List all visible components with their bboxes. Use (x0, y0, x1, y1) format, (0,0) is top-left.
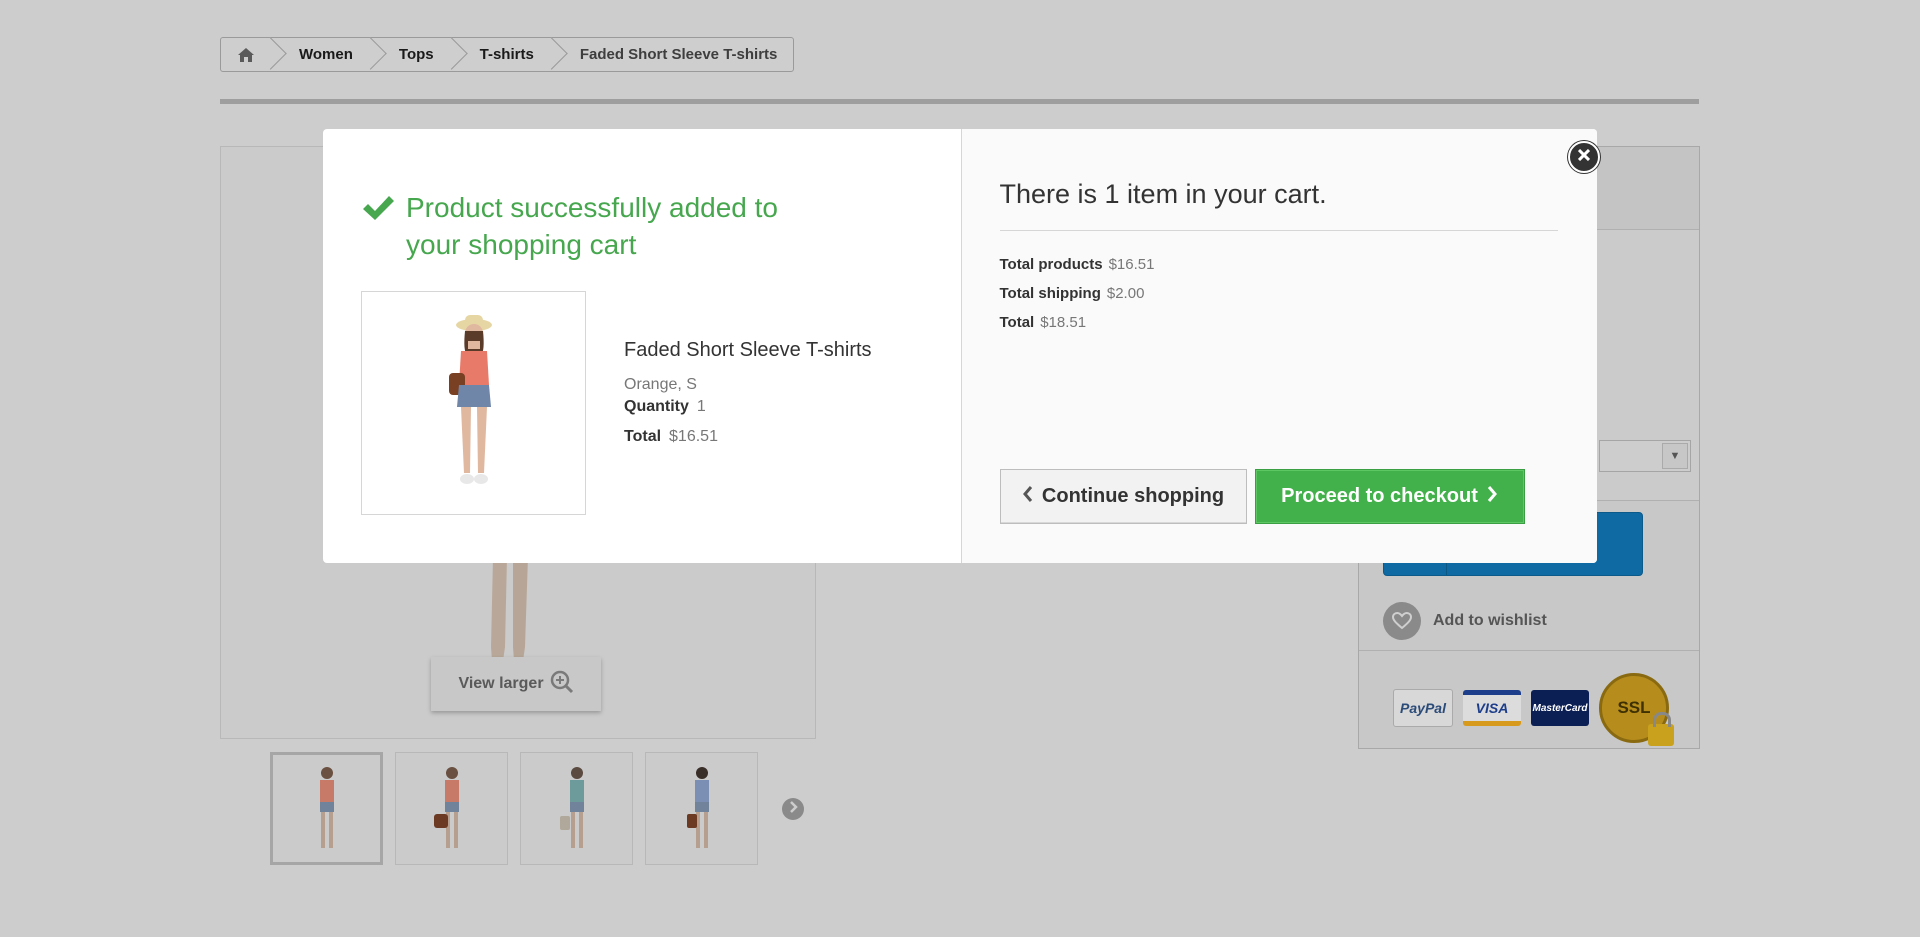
heart-icon (1383, 602, 1421, 640)
product-total-row: Total $16.51 (624, 428, 872, 446)
mastercard-icon: MasterCard (1531, 690, 1589, 726)
ssl-secure-icon: SSL (1599, 673, 1674, 746)
proceed-to-checkout-label: Proceed to checkout (1281, 485, 1478, 507)
cart-total-value: $18.51 (1040, 314, 1087, 331)
payment-methods: PayPal VISA MasterCard SSL (1359, 650, 1699, 748)
cart-total-label: Total (999, 314, 1035, 331)
thumbnail-image (686, 766, 709, 848)
breadcrumb-current: Faded Short Sleeve T-shirts (554, 38, 794, 71)
view-larger-label: View larger (458, 675, 544, 692)
total-shipping-value: $2.00 (1106, 285, 1145, 302)
breadcrumb-home[interactable] (221, 38, 273, 71)
total-products-label: Total products (999, 256, 1103, 273)
thumbnail-strip (270, 752, 804, 865)
thumbnail-2[interactable] (395, 752, 508, 865)
checkmark-icon (361, 193, 396, 223)
close-icon (1577, 148, 1591, 166)
thumbnails-next-button[interactable] (782, 797, 804, 820)
proceed-to-checkout-button[interactable]: Proceed to checkout (1254, 469, 1525, 524)
success-title: Product successfully added to your shopp… (406, 192, 778, 260)
added-to-cart-modal: Product successfully added to your shopp… (323, 129, 1600, 563)
quantity-label: Quantity (624, 398, 689, 415)
cart-total-row: Total $18.51 (1000, 314, 1155, 331)
product-photo (448, 315, 492, 484)
thumbnail-image (559, 766, 584, 848)
quantity-value: 1 (696, 398, 706, 415)
breadcrumb: Women Tops T-shirts Faded Short Sleeve T… (220, 37, 795, 72)
total-products-row: Total products $16.51 (1000, 256, 1155, 273)
thumbnail-3[interactable] (520, 752, 633, 865)
breadcrumb-label: Tops (398, 46, 434, 63)
continue-shopping-button[interactable]: Continue shopping (999, 469, 1247, 524)
chevron-right-icon (788, 800, 798, 818)
cart-summary-panel: There is 1 item in your cart. Total prod… (960, 129, 1600, 563)
mastercard-logo-text: MasterCard (1532, 702, 1588, 714)
total-label: Total (624, 428, 662, 445)
visa-logo-text: VISA (1475, 700, 1509, 716)
lock-icon (1648, 712, 1674, 746)
paypal-icon: PayPal (1393, 689, 1453, 727)
chevron-down-icon: ▼ (1662, 443, 1688, 469)
thumbnail-4[interactable] (645, 752, 758, 865)
close-modal-button[interactable] (1568, 141, 1600, 173)
product-attributes: Orange, S (624, 376, 697, 393)
chevron-right-icon (1486, 485, 1498, 509)
visa-icon: VISA (1463, 690, 1521, 726)
total-value: $16.51 (669, 428, 718, 445)
product-quantity-row: Quantity 1 (624, 398, 872, 416)
home-icon (237, 47, 255, 63)
cart-divider (999, 230, 1558, 231)
product-page: Women Tops T-shirts Faded Short Sleeve T… (0, 0, 1920, 937)
cart-count-heading: There is 1 item in your cart. (999, 179, 1327, 209)
add-to-wishlist-link[interactable]: Add to wishlist (1383, 602, 1547, 640)
chevron-left-icon (1022, 485, 1034, 509)
size-select[interactable]: ▼ (1599, 440, 1691, 472)
total-shipping-label: Total shipping (999, 285, 1101, 302)
ssl-logo-text: SSL (1617, 698, 1651, 717)
breadcrumb-label: Women (299, 46, 353, 63)
cart-totals: Total products $16.51 Total shipping $2.00… (1000, 256, 1155, 343)
thumbnail-image (433, 766, 459, 848)
thumbnail-image (319, 766, 334, 848)
paypal-logo-text: PayPal (1400, 700, 1446, 716)
view-larger-button[interactable]: View larger (431, 657, 601, 711)
breadcrumb-label: Faded Short Sleeve T-shirts (579, 46, 778, 63)
wishlist-label: Add to wishlist (1433, 612, 1547, 629)
added-product-image (361, 291, 586, 515)
success-message: Product successfully added to your shopp… (361, 189, 821, 263)
total-shipping-row: Total shipping $2.00 (1000, 285, 1155, 302)
thumbnail-1[interactable] (270, 752, 383, 865)
continue-shopping-label: Continue shopping (1041, 485, 1225, 507)
zoom-in-icon (550, 670, 574, 699)
added-product-details: Faded Short Sleeve T-shirts Orange, S Qu… (624, 339, 872, 458)
added-product-panel: Product successfully added to your shopp… (323, 129, 961, 563)
breadcrumb-women[interactable]: Women (273, 38, 373, 71)
total-products-value: $16.51 (1108, 256, 1155, 273)
breadcrumb-tshirts[interactable]: T-shirts (454, 38, 554, 71)
breadcrumb-label: T-shirts (479, 46, 534, 63)
header-divider (220, 99, 1699, 104)
product-name: Faded Short Sleeve T-shirts (624, 339, 872, 361)
